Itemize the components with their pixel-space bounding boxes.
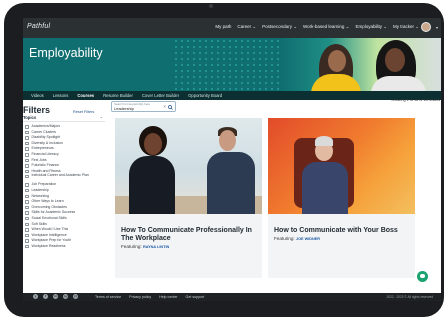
person-hair [315, 136, 333, 146]
footer-links: Terms of service Privacy policy Help cen… [95, 295, 204, 299]
course-title[interactable]: How To Communicate Professionally In The… [121, 227, 259, 243]
results-count: Showing 1 to 18 of 18 results [391, 98, 440, 102]
course-card[interactable]: How To Communicate Professionally In The… [115, 118, 262, 278]
tablet-frame: Pathful My path Career ⌄ Postsecondary ⌄… [4, 3, 444, 317]
checkbox[interactable] [25, 141, 29, 146]
checkbox[interactable] [25, 244, 29, 249]
checkbox[interactable] [25, 130, 29, 135]
checkbox[interactable] [25, 211, 29, 215]
course-card[interactable]: How to Communicate with Your Boss Featur… [268, 118, 415, 278]
tab-courses[interactable]: Courses [77, 93, 94, 98]
checkbox[interactable] [25, 205, 29, 210]
course-thumbnail[interactable] [115, 118, 262, 214]
topics-label: Topics [23, 115, 37, 120]
person-body [207, 152, 255, 214]
person-face [219, 130, 236, 151]
linkedin-icon[interactable]: in [53, 294, 58, 299]
featuring-label: Featuring: [274, 236, 295, 241]
featuring-label: Featuring: [121, 244, 142, 249]
checkbox[interactable] [25, 125, 29, 129]
search-input[interactable]: Search for keyword(s) here Leadership × [111, 101, 176, 112]
checkbox[interactable] [25, 136, 29, 140]
page-title: Employability [29, 46, 103, 60]
screen: Pathful My path Career ⌄ Postsecondary ⌄… [23, 18, 441, 301]
course-title[interactable]: How to Communicate with Your Boss [274, 227, 412, 235]
top-navigation: Pathful My path Career ⌄ Postsecondary ⌄… [23, 18, 441, 38]
close-icon[interactable]: × [163, 104, 166, 109]
main-nav-links: My path Career ⌄ Postsecondary ⌄ Work-ba… [215, 24, 419, 30]
hero-banner: Employability [23, 38, 441, 91]
instagram-icon[interactable]: ig [63, 294, 68, 299]
checkbox[interactable] [25, 183, 29, 187]
checkbox[interactable] [25, 169, 29, 174]
get-support-link[interactable]: Get support [186, 295, 205, 299]
youtube-icon[interactable]: yt [73, 294, 78, 299]
privacy-link[interactable]: Privacy policy [129, 295, 151, 299]
checkbox[interactable] [25, 188, 29, 193]
chat-icon [420, 274, 425, 278]
hero-person-shirt [371, 76, 426, 91]
topics-list: Academics/Majors Career Clusters Disabil… [25, 124, 105, 249]
checkbox[interactable] [25, 216, 29, 221]
tab-resume-builder[interactable]: Resume Builder [103, 93, 133, 98]
hero-person-face [385, 48, 405, 72]
footer: y f in ig yt Terms of service Privacy po… [23, 293, 441, 301]
help-center-link[interactable]: Help center [159, 295, 177, 299]
tab-opportunity-board[interactable]: Opportunity Board [188, 93, 222, 98]
checkbox[interactable] [25, 194, 29, 199]
facebook-icon[interactable]: f [43, 294, 48, 299]
checkbox[interactable] [25, 239, 29, 243]
checkbox[interactable] [25, 200, 29, 204]
search-value: Leadership [114, 106, 134, 111]
chevron-down-icon[interactable]: ⌄ [100, 114, 103, 119]
nav-my-tracker[interactable]: My tracker ⌄ [393, 24, 419, 30]
checkbox[interactable] [25, 158, 29, 163]
tab-videos[interactable]: Videos [31, 93, 44, 98]
checkbox[interactable] [25, 174, 29, 179]
section-tabs: Videos Lessons Courses Resume Builder Co… [23, 91, 441, 100]
person-body [129, 156, 175, 214]
camera [209, 4, 213, 8]
person-body [302, 162, 348, 214]
person-face [144, 133, 162, 155]
topic-checkbox[interactable]: Individual Career and Academic Plan [25, 174, 105, 182]
user-avatar[interactable] [421, 22, 431, 32]
checkbox[interactable] [25, 147, 29, 151]
checkbox[interactable] [25, 164, 29, 168]
chat-button[interactable] [417, 271, 428, 282]
checkbox[interactable] [25, 153, 29, 157]
featured-person-link[interactable]: JOE WIDNER [296, 237, 320, 241]
copyright-text: 2022 - 2023 © All rights reserved [386, 295, 433, 299]
topics-filter-header[interactable]: Topics ⌄ [23, 114, 105, 122]
nav-work-based-learning[interactable]: Work-based learning ⌄ [303, 24, 349, 30]
hero-photo [281, 38, 441, 91]
checkbox[interactable] [25, 233, 29, 238]
chevron-down-icon[interactable]: ▾ [436, 25, 438, 30]
tab-cover-letter-builder[interactable]: Cover Letter Builder [142, 93, 179, 98]
pathful-logo[interactable]: Pathful [27, 23, 50, 30]
featuring-line: Featuring: JOE WIDNER [274, 236, 320, 241]
nav-employability[interactable]: Employability ⌄ [355, 24, 387, 30]
nav-postsecondary[interactable]: Postsecondary ⌄ [262, 24, 297, 30]
checkbox[interactable] [25, 228, 29, 232]
course-thumbnail[interactable] [268, 118, 415, 214]
nav-my-path[interactable]: My path [215, 24, 231, 30]
hero-person-face [328, 50, 346, 72]
featuring-line: Featuring: RAYNA LINTIN [121, 244, 169, 249]
topic-checkbox[interactable]: Workplace Readiness [25, 244, 105, 250]
terms-link[interactable]: Terms of service [95, 295, 121, 299]
checkbox[interactable] [25, 222, 29, 227]
tab-lessons[interactable]: Lessons [53, 93, 69, 98]
search-icon[interactable] [168, 105, 173, 110]
social-links: y f in ig yt [33, 294, 78, 299]
featured-person-link[interactable]: RAYNA LINTIN [143, 245, 169, 249]
twitter-icon[interactable]: y [33, 294, 38, 299]
nav-career[interactable]: Career ⌄ [237, 24, 256, 30]
